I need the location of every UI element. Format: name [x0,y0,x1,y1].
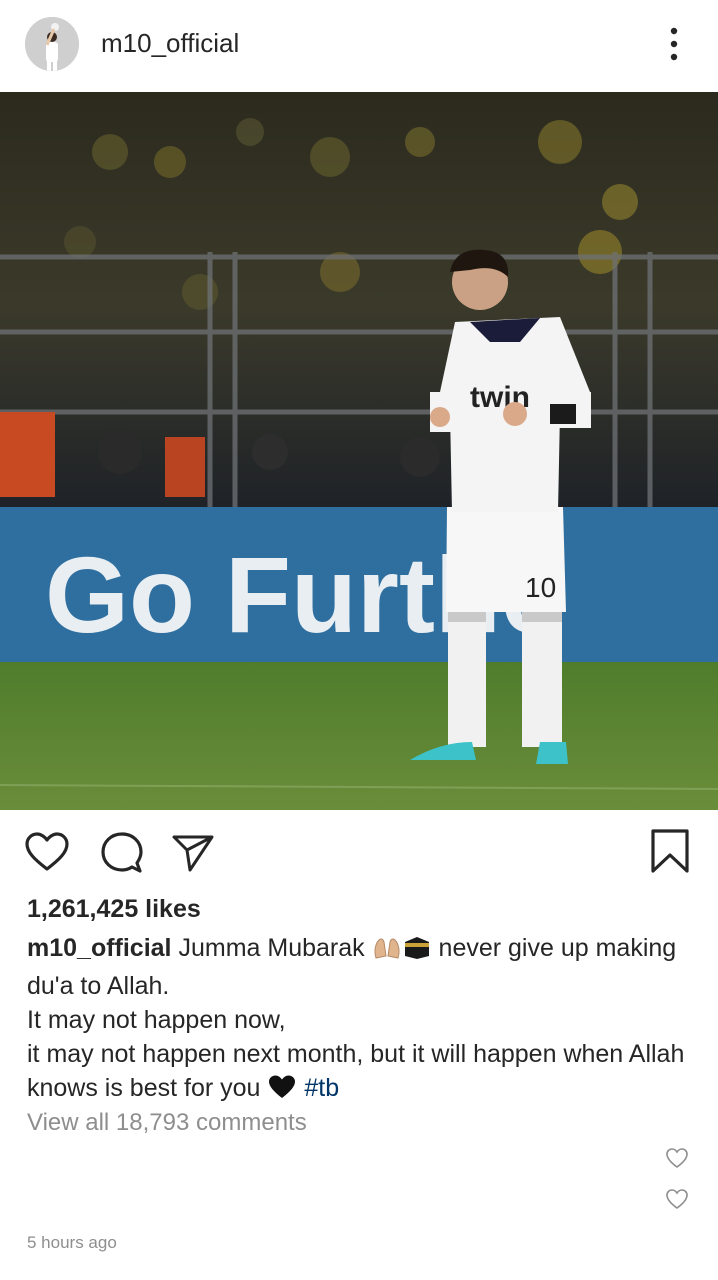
post-caption: m10_official Jumma Mubarak never give up… [27,931,697,1109]
heart-icon[interactable] [24,831,70,878]
post-username[interactable]: m10_official [101,28,239,59]
post-timestamp: 5 hours ago [27,1233,117,1252]
bookmark-icon[interactable] [650,828,690,879]
caption-text-part1: Jumma Mubarak [178,934,365,962]
view-all-comments-link[interactable]: View all 18,793 comments [27,1109,307,1137]
praying-hands-icon [372,935,402,969]
caption-line3: it may not happen next month, but it wil… [27,1040,685,1102]
more-vertical-icon[interactable] [660,26,688,64]
black-heart-icon [267,1074,297,1109]
comment-like-heart-icon[interactable] [665,1188,689,1210]
caption-hashtag[interactable]: #tb [304,1074,339,1102]
post-photo[interactable]: Go Furthe 10 twin [0,92,718,810]
post-actions [0,820,718,884]
comment-icon[interactable] [99,830,145,881]
jersey-number: 10 [525,572,556,603]
caption-username[interactable]: m10_official [27,934,172,962]
avatar[interactable] [25,17,79,71]
send-icon[interactable] [170,832,216,879]
comment-like-heart-icon[interactable] [665,1147,689,1169]
caption-line2: It may not happen now, [27,1006,286,1034]
kaaba-icon [402,934,432,969]
post-header: m10_official [0,0,718,90]
likes-count[interactable]: 1,261,425 likes [27,895,201,924]
